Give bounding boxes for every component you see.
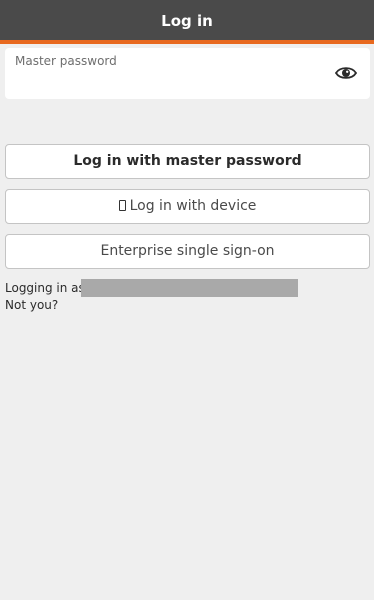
not-you-link[interactable]: Not you?: [5, 297, 58, 313]
redacted-email: [81, 279, 298, 297]
master-password-label: Master password: [15, 54, 117, 68]
eye-icon[interactable]: [335, 65, 357, 81]
page-title: Log in: [161, 12, 213, 30]
enterprise-sso-button[interactable]: Enterprise single sign-on: [5, 234, 370, 269]
logging-in-as-text: Logging in as: [5, 281, 85, 295]
login-with-device-label: Log in with device: [129, 198, 257, 214]
master-password-field[interactable]: Master password: [5, 48, 370, 99]
login-with-device-button[interactable]: Log in with device: [5, 189, 370, 224]
app-header: Log in: [0, 0, 374, 44]
mobile-device-icon: [118, 200, 126, 211]
login-master-password-button[interactable]: Log in with master password: [5, 144, 370, 179]
master-password-input[interactable]: [15, 72, 315, 92]
